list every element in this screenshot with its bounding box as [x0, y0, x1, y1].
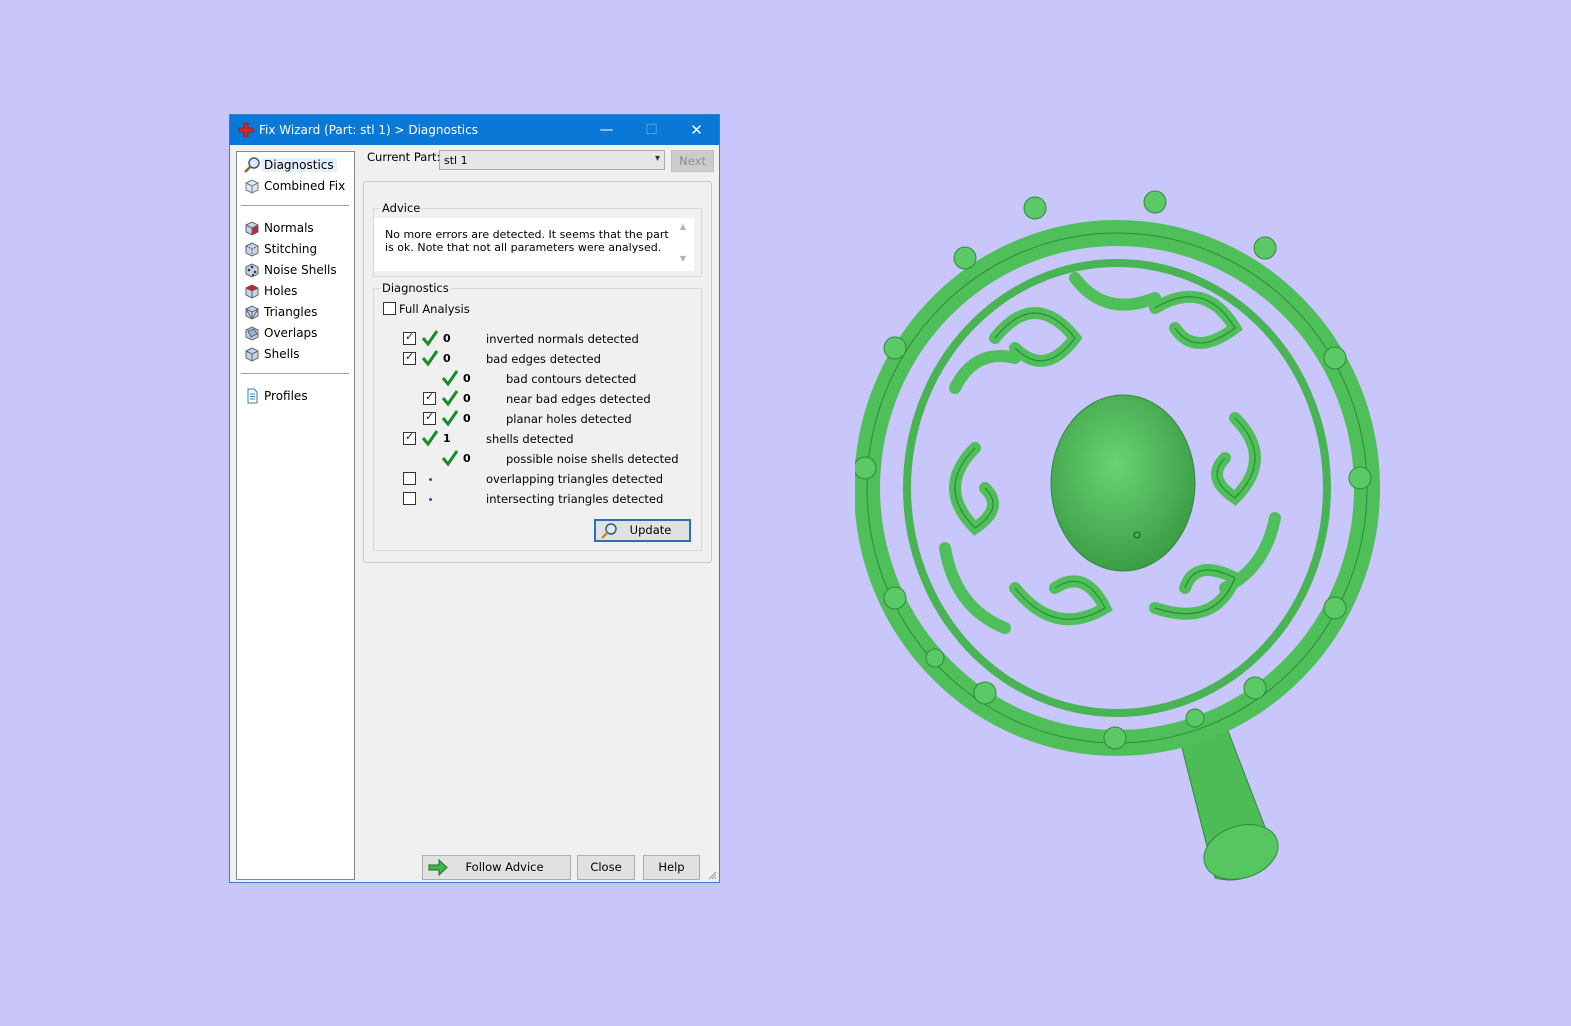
sidebar-item-label: Holes — [264, 284, 298, 298]
cube-icon — [245, 179, 259, 194]
full-analysis-checkbox[interactable] — [383, 302, 396, 315]
document-icon — [247, 388, 258, 404]
green-check-icon — [441, 450, 459, 467]
close-button[interactable]: Close — [577, 855, 635, 880]
title-bar[interactable]: Fix Wizard (Part: stl 1) > Diagnostics —… — [230, 115, 719, 145]
advice-text: No more errors are detected. It seems th… — [385, 228, 669, 254]
app-cross-icon — [238, 122, 254, 138]
row-label: shells detected — [486, 432, 574, 446]
sidebar-item-normals[interactable]: Normals — [241, 218, 351, 238]
overlaps-cube-icon — [245, 326, 259, 341]
diagnostics-title: Diagnostics — [380, 281, 451, 295]
green-check-icon — [421, 430, 439, 447]
sidebar-item-label: Noise Shells — [264, 263, 337, 277]
3d-model-viewport[interactable] — [855, 188, 1380, 888]
update-label: Update — [629, 523, 672, 537]
minimize-button[interactable]: — — [584, 115, 629, 145]
sidebar-item-label: Diagnostics — [261, 158, 337, 172]
sidebar-item-label: Normals — [264, 221, 314, 235]
row-count: 0 — [463, 392, 471, 405]
close-window-button[interactable]: ✕ — [674, 115, 719, 145]
normals-cube-icon — [245, 221, 259, 236]
help-button[interactable]: Help — [643, 855, 700, 880]
pending-dot-icon — [429, 498, 432, 501]
row-checkbox[interactable] — [403, 472, 416, 485]
row-checkbox[interactable]: ✓ — [423, 410, 436, 425]
row-checkbox[interactable]: ✓ — [403, 330, 416, 345]
magnifier-icon — [244, 157, 260, 173]
sidebar-item-shells[interactable]: Shells — [241, 344, 351, 364]
chevron-down-icon[interactable]: ▾ — [655, 153, 660, 164]
row-count: 1 — [443, 432, 451, 445]
sidebar-item-label: Overlaps — [264, 326, 318, 340]
green-check-icon — [441, 410, 459, 427]
green-check-icon — [421, 330, 439, 347]
sidebar-item-holes[interactable]: Holes — [241, 281, 351, 301]
sidebar-item-noise-shells[interactable]: Noise Shells — [241, 260, 351, 280]
scroll-up-icon[interactable]: ▲ — [680, 222, 686, 231]
row-count: 0 — [463, 412, 471, 425]
row-label: bad edges detected — [486, 352, 601, 366]
sidebar-item-combined-fix[interactable]: Combined Fix — [241, 176, 351, 196]
row-label: intersecting triangles detected — [486, 492, 664, 506]
row-label: near bad edges detected — [506, 392, 651, 406]
triangles-cube-icon — [245, 305, 259, 320]
row-label: bad contours detected — [506, 372, 637, 386]
sidebar-item-overlaps[interactable]: Overlaps — [241, 323, 351, 343]
sidebar-item-label: Combined Fix — [264, 179, 346, 193]
stitching-cube-icon — [245, 242, 259, 257]
sidebar-item-stitching[interactable]: Stitching — [241, 239, 351, 259]
row-label: possible noise shells detected — [506, 452, 679, 466]
row-count: 0 — [463, 372, 471, 385]
sidebar-item-label: Shells — [264, 347, 300, 361]
sidebar-divider — [241, 205, 349, 207]
advice-title: Advice — [380, 201, 423, 215]
diagnostics-panel: Advice No more errors are detected. It s… — [363, 181, 712, 563]
follow-advice-label: Follow Advice — [465, 860, 544, 874]
sidebar-divider — [241, 373, 349, 375]
current-part-value: stl 1 — [444, 154, 468, 167]
advice-box: No more errors are detected. It seems th… — [374, 218, 694, 271]
magnifier-icon — [601, 523, 617, 539]
resize-grip-icon[interactable] — [707, 870, 717, 880]
row-count: 0 — [443, 352, 451, 365]
full-analysis-label: Full Analysis — [399, 302, 470, 316]
follow-advice-button[interactable]: Follow Advice — [422, 855, 571, 880]
green-check-icon — [441, 390, 459, 407]
wizard-sidebar: Diagnostics Combined Fix Normals Stitchi… — [236, 151, 355, 880]
row-checkbox[interactable] — [403, 492, 416, 505]
sidebar-item-diagnostics[interactable]: Diagnostics — [241, 155, 351, 175]
row-label: planar holes detected — [506, 412, 632, 426]
row-checkbox[interactable]: ✓ — [403, 430, 416, 445]
row-count: 0 — [443, 332, 451, 345]
scroll-down-icon[interactable]: ▼ — [680, 254, 686, 263]
pending-dot-icon — [429, 478, 432, 481]
current-part-select[interactable]: stl 1 ▾ — [439, 150, 665, 170]
arrow-right-icon — [428, 859, 448, 876]
row-checkbox[interactable]: ✓ — [403, 350, 416, 365]
maximize-button[interactable]: ☐ — [629, 115, 674, 145]
row-count: 0 — [463, 452, 471, 465]
row-label: overlapping triangles detected — [486, 472, 664, 486]
next-button[interactable]: Next — [671, 150, 714, 172]
row-label: inverted normals detected — [486, 332, 639, 346]
sidebar-item-profiles[interactable]: Profiles — [241, 386, 351, 406]
noise-shells-cube-icon — [245, 263, 259, 278]
green-check-icon — [441, 370, 459, 387]
sidebar-item-label: Stitching — [264, 242, 318, 256]
shells-cube-icon — [245, 347, 259, 362]
sidebar-item-label: Profiles — [264, 389, 308, 403]
update-button[interactable]: Update — [594, 519, 691, 542]
fix-wizard-window: Fix Wizard (Part: stl 1) > Diagnostics —… — [229, 114, 720, 883]
row-checkbox[interactable]: ✓ — [423, 390, 436, 405]
current-part-label: Current Part: — [367, 150, 441, 164]
holes-cube-icon — [245, 284, 259, 299]
sidebar-item-label: Triangles — [264, 305, 318, 319]
window-title: Fix Wizard (Part: stl 1) > Diagnostics — [259, 123, 478, 137]
sidebar-item-triangles[interactable]: Triangles — [241, 302, 351, 322]
green-check-icon — [421, 350, 439, 367]
